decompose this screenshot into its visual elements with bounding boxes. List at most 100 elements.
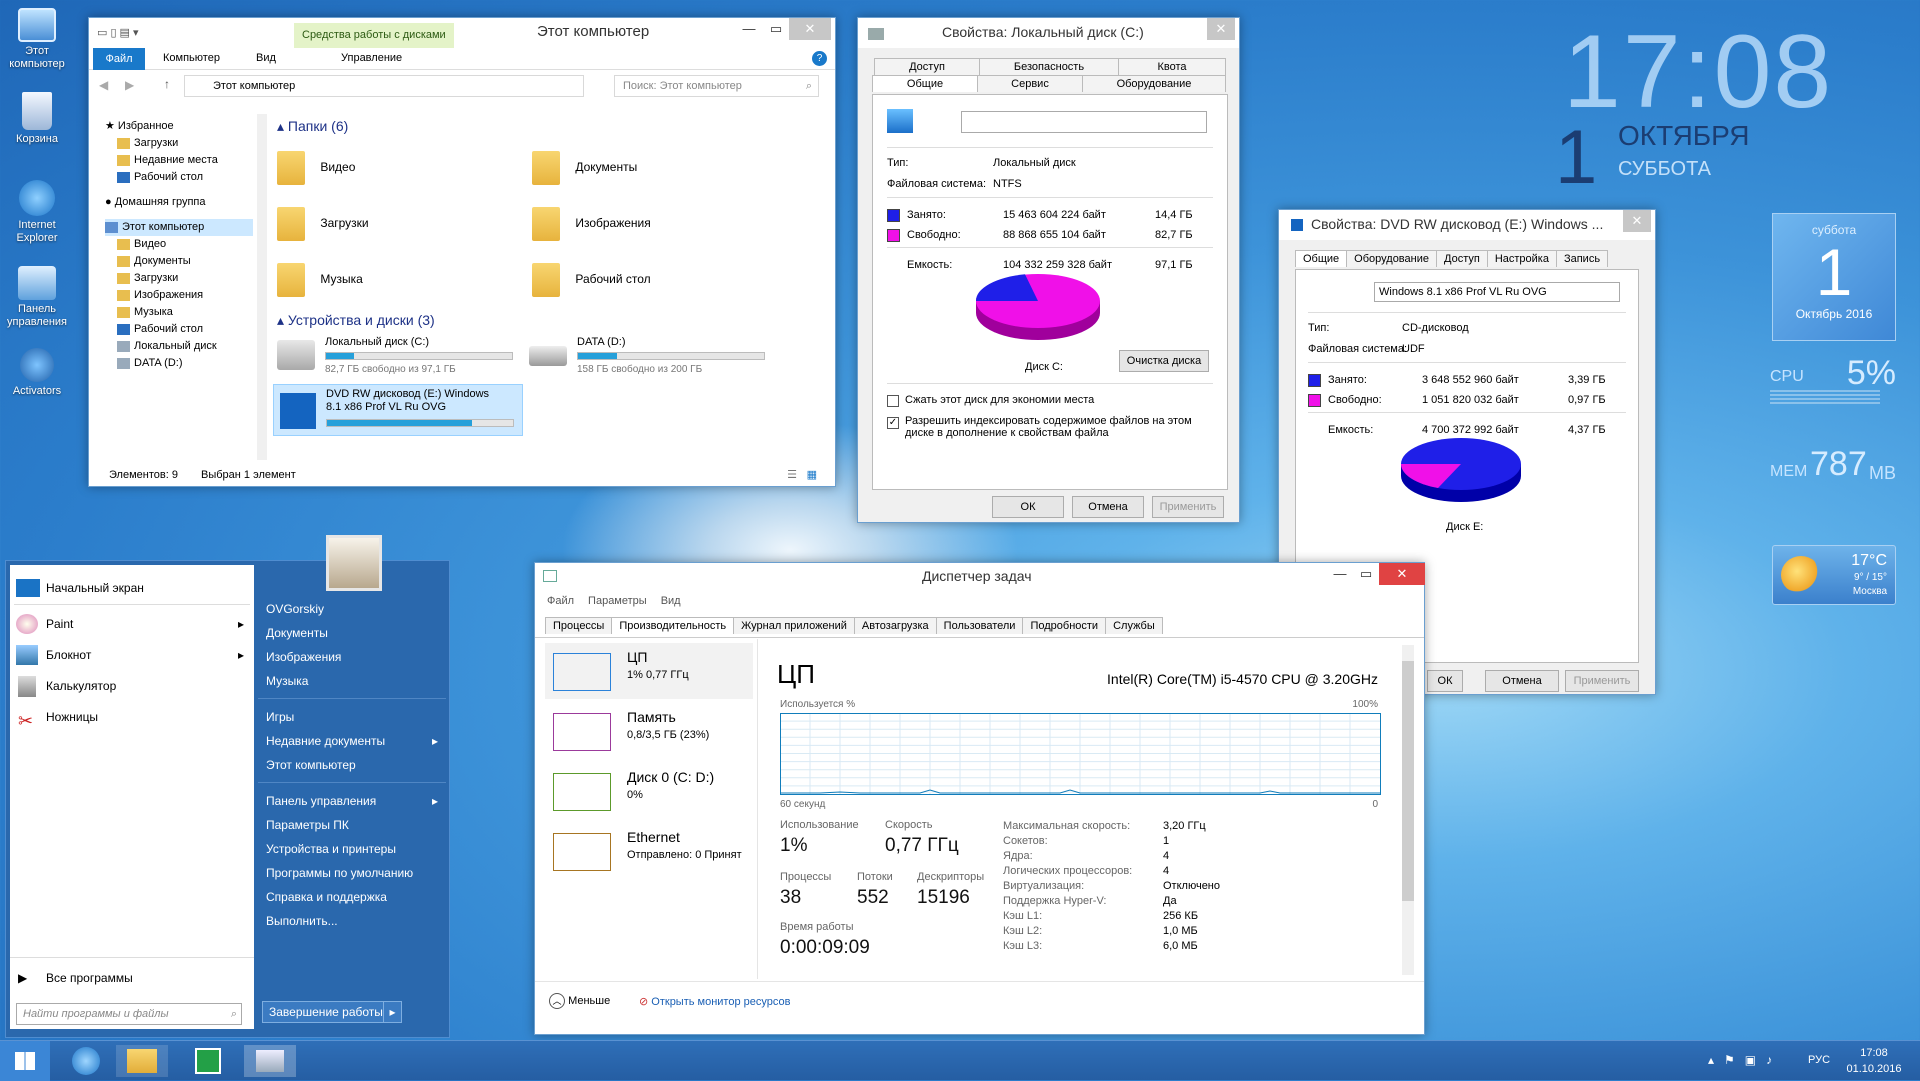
ribbon-tab-manage[interactable]: Управление bbox=[341, 52, 402, 64]
tree-item[interactable]: Локальный диск bbox=[105, 338, 253, 355]
tab-startup[interactable]: Автозагрузка bbox=[853, 617, 937, 634]
start-link-games[interactable]: Игры bbox=[258, 705, 446, 729]
cancel-button[interactable]: Отмена bbox=[1485, 670, 1559, 692]
start-item-notepad[interactable]: Блокнот ▸ bbox=[10, 640, 254, 671]
perf-item-cpu[interactable]: ЦП 1% 0,77 ГГц bbox=[545, 643, 753, 699]
start-item-start-screen[interactable]: Начальный экран bbox=[10, 573, 254, 604]
tab-users[interactable]: Пользователи bbox=[935, 617, 1024, 634]
folder-item[interactable]: Видео bbox=[277, 142, 355, 192]
fewer-details-button[interactable]: ︿ Меньше bbox=[549, 993, 610, 1009]
tab-access[interactable]: Доступ bbox=[874, 58, 980, 75]
minimize-button[interactable]: — bbox=[736, 18, 762, 40]
apply-button[interactable]: Применить bbox=[1565, 670, 1639, 692]
compress-checkbox[interactable] bbox=[887, 395, 899, 407]
nav-scrollbar[interactable] bbox=[257, 114, 267, 460]
start-item-snipping-tool[interactable]: ✂ Ножницы bbox=[10, 702, 254, 733]
disk-cleanup-button[interactable]: Очистка диска bbox=[1119, 350, 1209, 372]
tab-hardware[interactable]: Оборудование bbox=[1346, 250, 1437, 267]
folder-item[interactable]: Музыка bbox=[277, 254, 363, 304]
start-item-calculator[interactable]: Калькулятор bbox=[10, 671, 254, 702]
folder-item[interactable]: Изображения bbox=[532, 198, 651, 248]
cancel-button[interactable]: Отмена bbox=[1072, 496, 1144, 518]
tab-security[interactable]: Безопасность bbox=[979, 58, 1119, 75]
taskmgr-scrollbar[interactable] bbox=[1402, 645, 1414, 975]
tiles-view-icon[interactable]: ▦ bbox=[807, 468, 817, 481]
tree-item[interactable]: Загрузки bbox=[105, 270, 253, 287]
close-button[interactable]: ✕ bbox=[1623, 210, 1651, 232]
start-item-paint[interactable]: Paint ▸ bbox=[10, 609, 254, 640]
start-search-input[interactable]: Найти программы и файлы ⌕ bbox=[16, 1003, 242, 1025]
taskbar-explorer[interactable] bbox=[116, 1045, 168, 1077]
tab-services[interactable]: Службы bbox=[1105, 617, 1163, 634]
tab-general[interactable]: Общие bbox=[1295, 250, 1348, 267]
tab-general[interactable]: Общие bbox=[872, 75, 978, 92]
folder-item[interactable]: Документы bbox=[532, 142, 637, 192]
tree-item[interactable]: ★ Избранное bbox=[105, 118, 253, 135]
tree-item[interactable]: DATA (D:) bbox=[105, 355, 253, 372]
shutdown-button[interactable]: Завершение работы ▸ bbox=[262, 1001, 402, 1023]
desktop-icon-ie[interactable]: Internet Explorer bbox=[0, 180, 77, 245]
tab-details[interactable]: Подробности bbox=[1022, 617, 1107, 634]
tab-app-history[interactable]: Журнал приложений bbox=[733, 617, 855, 634]
tree-item[interactable]: Рабочий стол bbox=[105, 169, 253, 186]
tree-item[interactable]: Изображения bbox=[105, 287, 253, 304]
ok-button[interactable]: ОК bbox=[992, 496, 1064, 518]
tree-item[interactable]: Документы bbox=[105, 253, 253, 270]
tab-settings[interactable]: Настройка bbox=[1486, 250, 1557, 267]
tab-processes[interactable]: Процессы bbox=[545, 617, 613, 634]
drive-item-d[interactable]: DATA (D:) 158 ГБ свободно из 200 ГБ bbox=[529, 336, 769, 378]
tree-item[interactable]: Этот компьютер bbox=[105, 219, 253, 236]
quick-access-toolbar[interactable]: ▭ ▯ ▤ ▾ bbox=[97, 26, 139, 39]
start-link-run[interactable]: Выполнить... bbox=[258, 909, 446, 933]
taskbar-clock[interactable]: 17:08 01.10.2016 bbox=[1842, 1045, 1906, 1077]
tree-item[interactable]: Музыка bbox=[105, 304, 253, 321]
start-link-user[interactable]: OVGorskiy bbox=[258, 597, 446, 621]
apply-button[interactable]: Применить bbox=[1152, 496, 1224, 518]
start-link-control-panel[interactable]: Панель управления ▸ bbox=[258, 789, 446, 813]
language-indicator[interactable]: РУС bbox=[1808, 1054, 1830, 1066]
start-link-pictures[interactable]: Изображения bbox=[258, 645, 446, 669]
desktop-icon-activators[interactable]: Activators bbox=[0, 348, 77, 398]
start-button[interactable] bbox=[0, 1041, 50, 1081]
close-button[interactable]: ✕ bbox=[1379, 563, 1425, 585]
devices-header[interactable]: ▴ Устройства и диски (3) bbox=[277, 312, 435, 329]
start-link-help[interactable]: Справка и поддержка bbox=[258, 885, 446, 909]
tree-item[interactable]: Видео bbox=[105, 236, 253, 253]
start-link-devices[interactable]: Устройства и принтеры bbox=[258, 837, 446, 861]
tab-record[interactable]: Запись bbox=[1555, 250, 1609, 267]
taskbar-store[interactable] bbox=[182, 1045, 234, 1077]
perf-item-disk[interactable]: Диск 0 (C: D:) 0% bbox=[545, 763, 753, 819]
drive-item-e[interactable]: DVD RW дисковод (E:) Windows 8.1 x86 Pro… bbox=[273, 384, 523, 436]
tab-access[interactable]: Доступ bbox=[1436, 250, 1488, 267]
start-link-computer[interactable]: Этот компьютер bbox=[258, 753, 446, 777]
desktop-icon-this-pc[interactable]: Этот компьютер bbox=[0, 8, 77, 71]
taskbar-ie[interactable] bbox=[60, 1045, 112, 1077]
ribbon-tab-computer[interactable]: Компьютер bbox=[163, 52, 220, 64]
start-link-music[interactable]: Музыка bbox=[258, 669, 446, 693]
tree-item[interactable]: Рабочий стол bbox=[105, 321, 253, 338]
start-link-defaults[interactable]: Программы по умолчанию bbox=[258, 861, 446, 885]
ribbon-tab-file[interactable]: Файл bbox=[93, 48, 145, 70]
tree-item[interactable]: ● Домашняя группа bbox=[105, 194, 253, 211]
volume-label-input[interactable] bbox=[961, 111, 1207, 133]
help-icon[interactable]: ? bbox=[812, 51, 827, 66]
desktop-icon-recycle-bin[interactable]: Корзина bbox=[0, 92, 77, 146]
index-checkbox[interactable]: ✓ bbox=[887, 417, 899, 429]
forward-button[interactable]: ▶ bbox=[125, 78, 134, 92]
details-view-icon[interactable]: ☰ bbox=[787, 468, 797, 481]
tab-service[interactable]: Сервис bbox=[977, 75, 1083, 92]
all-programs-item[interactable]: ▶ Все программы bbox=[10, 963, 254, 994]
user-avatar[interactable] bbox=[326, 535, 382, 591]
perf-item-ethernet[interactable]: Ethernet Отправлено: 0 Принят bbox=[545, 823, 753, 879]
address-bar[interactable]: Этот компьютер bbox=[184, 75, 584, 97]
volume-label-field[interactable]: Windows 8.1 x86 Prof VL Ru OVG bbox=[1374, 282, 1620, 302]
taskbar-taskmgr[interactable] bbox=[244, 1045, 296, 1077]
start-link-pc-settings[interactable]: Параметры ПК bbox=[258, 813, 446, 837]
up-button[interactable]: ↑ bbox=[164, 77, 170, 91]
close-button[interactable]: ✕ bbox=[789, 18, 831, 40]
drive-item-c[interactable]: Локальный диск (C:) 82,7 ГБ свободно из … bbox=[277, 336, 517, 378]
close-button[interactable]: ✕ bbox=[1207, 18, 1235, 40]
desktop-icon-control-panel[interactable]: Панель управления bbox=[0, 266, 77, 329]
tree-item[interactable]: Загрузки bbox=[105, 135, 253, 152]
ok-button[interactable]: ОК bbox=[1427, 670, 1463, 692]
